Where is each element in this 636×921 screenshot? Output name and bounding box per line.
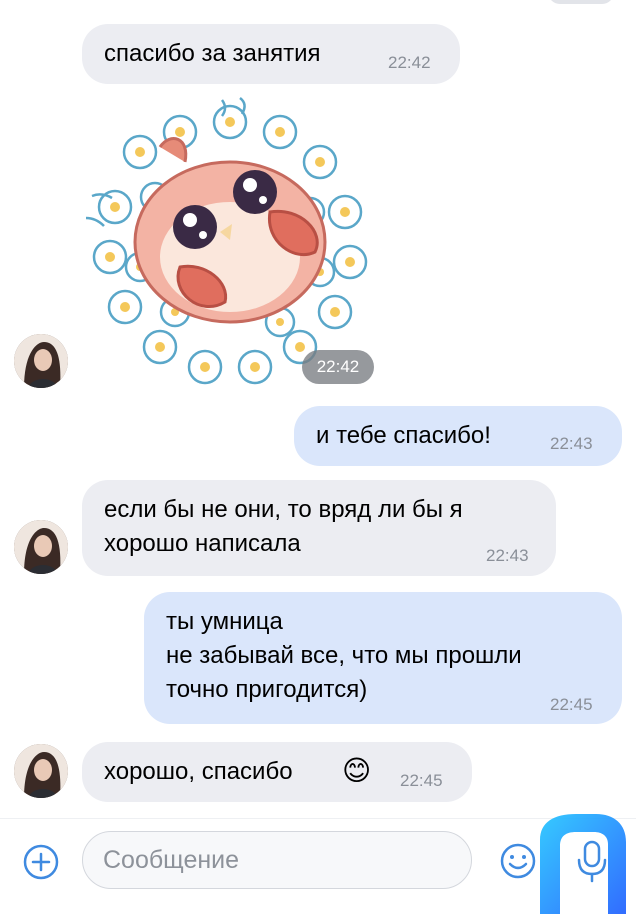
message-line: не забывай все, что мы прошли — [166, 642, 522, 669]
plus-circle-icon[interactable] — [22, 843, 60, 881]
message-text: спасибо за занятия — [104, 40, 321, 67]
message-bubble-incoming[interactable]: хорошо, спасибо 😊 22:45 — [82, 742, 472, 802]
message-line: хорошо написала — [104, 530, 301, 557]
message-bubble-outgoing[interactable]: ты умница не забывай все, что мы прошли … — [144, 592, 622, 724]
sticker-image[interactable] — [80, 92, 380, 392]
message-time: 22:42 — [388, 53, 431, 72]
avatar[interactable] — [14, 334, 68, 388]
message-line: если бы не они, то вряд ли бы я — [104, 496, 463, 523]
message-text: ты умница не забывай все, что мы прошли … — [166, 605, 522, 707]
message-bubble-incoming[interactable]: если бы не они, то вряд ли бы я хорошо н… — [82, 480, 556, 576]
message-line: точно пригодится) — [166, 676, 368, 703]
avatar-photo-icon — [14, 520, 68, 574]
message-text: если бы не они, то вряд ли бы я хорошо н… — [104, 493, 463, 561]
owl-in-chamomiles-sticker — [85, 97, 368, 385]
message-time: 22:45 — [550, 695, 593, 714]
avatar[interactable] — [14, 744, 68, 798]
message-text: хорошо, спасибо — [104, 758, 293, 785]
avatar-photo-icon — [14, 334, 68, 388]
message-time: 22:45 — [400, 771, 443, 790]
previous-message-edge — [548, 0, 614, 4]
message-bubble-outgoing[interactable]: и тебе спасибо! 22:43 — [294, 406, 622, 466]
message-text: и тебе спасибо! — [316, 422, 491, 449]
smiley-icon[interactable] — [498, 841, 538, 881]
smiling-face-emoji: 😊 — [342, 755, 372, 786]
message-input[interactable]: Сообщение — [82, 831, 472, 889]
avatar[interactable] — [14, 520, 68, 574]
message-bubble-incoming[interactable]: спасибо за занятия 22:42 — [82, 24, 460, 84]
message-time: 22:43 — [486, 546, 529, 565]
watermark-logo — [536, 810, 628, 914]
sticker-time: 22:42 — [302, 350, 374, 384]
message-time: 22:43 — [550, 434, 593, 453]
avatar-photo-icon — [14, 744, 68, 798]
message-line: ты умница — [166, 608, 283, 635]
